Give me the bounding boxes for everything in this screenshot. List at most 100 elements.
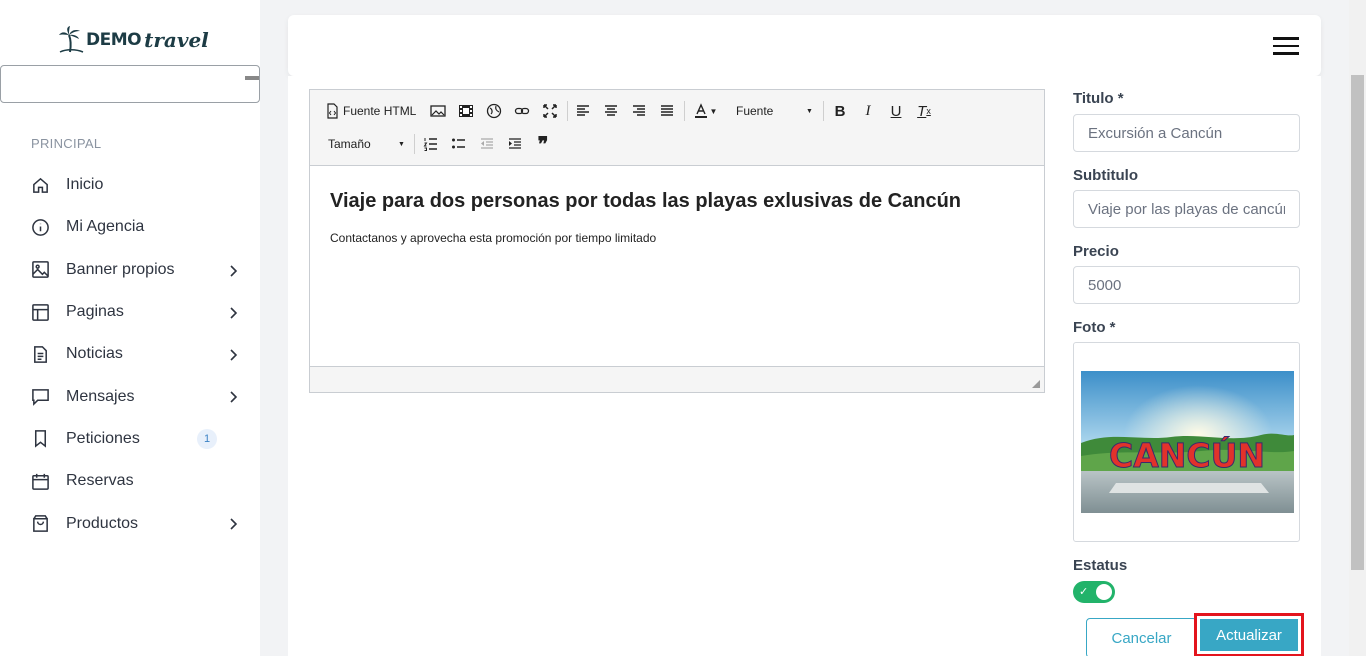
insert-video-icon[interactable] <box>456 100 476 122</box>
logo-script-text: travel <box>144 28 209 52</box>
page-scrollbar[interactable] <box>1349 0 1366 656</box>
code-file-icon <box>327 103 338 119</box>
title-label: Titulo * <box>1073 90 1124 107</box>
sidebar-item-banner-propios[interactable]: Banner propios <box>0 249 260 291</box>
sidebar-item-mensajes[interactable]: Mensajes <box>0 375 260 417</box>
editor-statusbar <box>310 366 1044 392</box>
update-button[interactable]: Actualizar <box>1200 619 1298 651</box>
sidebar-item-noticias[interactable]: Noticias <box>0 333 260 375</box>
sidebar-item-productos[interactable]: Productos <box>0 502 260 544</box>
font-size-dropdown[interactable]: Tamaño ▼ <box>328 133 408 155</box>
align-center-icon[interactable] <box>601 100 621 122</box>
bullet-list-icon[interactable] <box>449 133 469 155</box>
source-html-button[interactable]: Fuente HTML <box>324 100 416 122</box>
toolbar-divider <box>567 101 568 121</box>
photo-label: Foto * <box>1073 319 1116 336</box>
editor-content-area[interactable]: Viaje para dos personas por todas las pl… <box>310 166 1044 366</box>
message-icon <box>31 387 50 407</box>
peticiones-count-badge: 1 <box>197 428 217 449</box>
sidebar-item-paginas[interactable]: Paginas <box>0 291 260 333</box>
sidebar-item-label: Productos <box>66 514 139 532</box>
outdent-icon[interactable] <box>477 133 497 155</box>
indent-icon[interactable] <box>505 133 525 155</box>
chevron-right-icon <box>228 348 238 361</box>
menu-icon[interactable] <box>1273 37 1299 55</box>
palm-tree-icon <box>59 26 84 53</box>
underline-icon[interactable]: U <box>886 100 906 122</box>
caret-down-icon: ▼ <box>806 107 813 115</box>
cancun-sign-text: CANCÚN <box>1109 435 1265 475</box>
text-color-icon <box>694 103 707 118</box>
align-justify-icon[interactable] <box>657 100 677 122</box>
sidebar-item-label: Mensajes <box>66 387 135 405</box>
editor-toolbar: Fuente HTML ▼ Fuente ▼ B I U T x Tamaño … <box>310 90 1044 166</box>
sidebar-item-label: Paginas <box>66 303 124 321</box>
sidebar-item-peticiones[interactable]: Peticiones 1 <box>0 418 260 460</box>
chevron-right-icon <box>228 264 238 277</box>
cancun-photo: CANCÚN <box>1081 371 1294 513</box>
subtitle-label: Subtitulo <box>1073 167 1138 184</box>
editor-paragraph: Contactanos y aprovecha esta promoción p… <box>330 231 657 245</box>
sidebar-item-mi-agencia[interactable]: Mi Agencia <box>0 206 260 248</box>
toolbar-divider <box>823 101 824 121</box>
link-icon[interactable] <box>512 100 532 122</box>
app-logo[interactable]: DEMO travel <box>58 24 209 56</box>
fullscreen-icon[interactable] <box>540 100 560 122</box>
sidebar-item-label: Mi Agencia <box>66 218 145 236</box>
nav-section-label: PRINCIPAL <box>31 136 102 151</box>
bookmark-icon <box>31 429 50 449</box>
toolbar-divider <box>414 134 415 154</box>
info-icon <box>31 218 50 237</box>
sidebar-item-label: Noticias <box>66 345 123 363</box>
sidebar-nav: Inicio Mi Agencia Banner propios Paginas… <box>0 164 260 545</box>
layout-icon <box>31 303 50 322</box>
resize-handle-icon[interactable] <box>1032 380 1040 388</box>
blockquote-icon[interactable]: ❞ <box>533 133 553 156</box>
cancel-button[interactable]: Cancelar <box>1086 618 1197 656</box>
italic-icon[interactable]: I <box>858 100 878 122</box>
status-label: Estatus <box>1073 557 1128 574</box>
title-input[interactable] <box>1073 114 1300 152</box>
sidebar-item-label: Reservas <box>66 472 134 490</box>
select-arrow-icon <box>245 76 259 80</box>
document-icon <box>31 345 50 364</box>
align-left-icon[interactable] <box>573 100 593 122</box>
bold-icon[interactable]: B <box>830 100 850 122</box>
text-color-button[interactable]: ▼ <box>690 100 720 122</box>
shopping-bag-icon <box>31 514 50 533</box>
insert-image-icon[interactable] <box>428 100 448 122</box>
photo-upload[interactable]: CANCÚN <box>1073 342 1300 542</box>
caret-down-icon: ▼ <box>398 140 405 148</box>
sidebar-item-label: Peticiones <box>66 429 140 447</box>
rich-text-editor: Fuente HTML ▼ Fuente ▼ B I U T x Tamaño … <box>309 89 1045 393</box>
clear-format-icon[interactable]: Tx <box>914 100 934 122</box>
align-right-icon[interactable] <box>629 100 649 122</box>
price-label: Precio <box>1073 243 1119 260</box>
editor-heading: Viaje para dos personas por todas las pl… <box>330 190 962 212</box>
status-toggle[interactable]: ✓ <box>1073 581 1115 603</box>
image-icon <box>31 260 50 279</box>
sidebar-item-label: Banner propios <box>66 260 175 278</box>
home-icon <box>31 176 50 195</box>
scrollbar-thumb[interactable] <box>1351 75 1364 570</box>
subtitle-input[interactable] <box>1073 190 1300 228</box>
agency-select[interactable] <box>0 65 260 103</box>
calendar-icon <box>31 472 50 491</box>
globe-icon[interactable] <box>484 100 504 122</box>
edit-product-panel: Fuente HTML ▼ Fuente ▼ B I U T x Tamaño … <box>288 76 1321 656</box>
chevron-right-icon <box>228 517 238 530</box>
font-family-dropdown[interactable]: Fuente ▼ <box>736 100 816 122</box>
font-family-label: Fuente <box>736 104 774 118</box>
chevron-right-icon <box>228 306 238 319</box>
source-html-label: Fuente HTML <box>343 104 417 118</box>
logo-brand-text: DEMO <box>86 30 142 50</box>
caret-down-icon: ▼ <box>709 106 718 116</box>
top-header <box>288 15 1321 76</box>
toolbar-divider <box>684 101 685 121</box>
sidebar-item-reservas[interactable]: Reservas <box>0 460 260 502</box>
price-input[interactable] <box>1073 266 1300 304</box>
ordered-list-icon[interactable] <box>421 133 441 155</box>
sidebar: DEMO travel PRINCIPAL Inicio Mi Agencia … <box>0 0 260 656</box>
sidebar-item-inicio[interactable]: Inicio <box>0 164 260 206</box>
sidebar-item-label: Inicio <box>66 176 104 194</box>
